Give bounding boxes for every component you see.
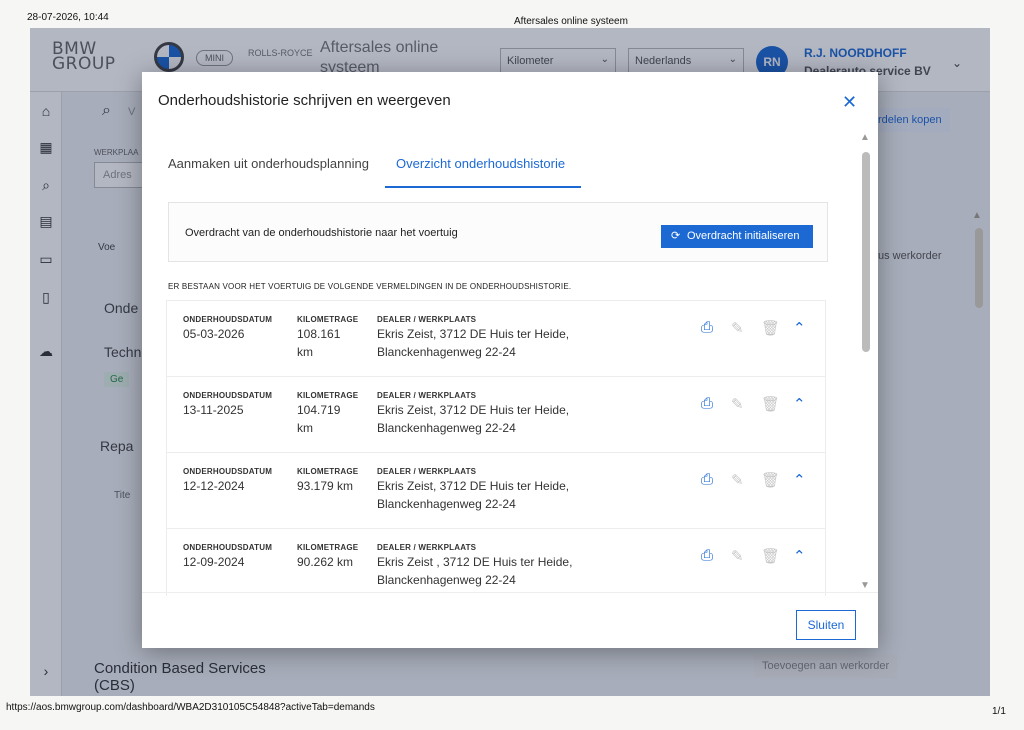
- dealer-line-2: Blanckenhagenweg 22-24: [377, 345, 516, 359]
- initialize-transfer-label: Overdracht initialiseren: [687, 230, 800, 242]
- chevron-up-icon[interactable]: ⌃: [793, 471, 806, 489]
- service-date: 12-09-2024: [183, 555, 245, 569]
- print-page-title: Aftersales online systeem: [514, 16, 628, 27]
- pencil-icon: ✎: [731, 320, 744, 337]
- page-scrollbar[interactable]: ▲: [972, 210, 986, 320]
- history-row: ONDERHOUDSDATUM 12-09-2024 KILOMETRAGE 9…: [166, 528, 826, 596]
- service-date: 05-03-2026: [183, 327, 245, 341]
- transfer-label: Overdracht van de onderhoudshistorie naa…: [185, 227, 458, 239]
- service-date: 12-12-2024: [183, 479, 245, 493]
- date-label: ONDERHOUDSDATUM: [183, 315, 273, 324]
- scroll-up-arrow-icon[interactable]: ▲: [972, 210, 982, 221]
- pencil-icon: ✎: [731, 472, 744, 489]
- chevron-up-icon[interactable]: ⌃: [793, 319, 806, 337]
- dealer-line-1: Ekris Zeist, 3712 DE Huis ter Heide,: [377, 479, 570, 493]
- date-label: ONDERHOUDSDATUM: [183, 467, 273, 476]
- trash-icon: 🗑: [761, 548, 781, 565]
- maintenance-history-dialog: Onderhoudshistorie schrijven en weergeve…: [142, 72, 878, 648]
- pencil-icon: ✎: [731, 396, 744, 413]
- mileage-value: 104.719 km: [297, 403, 341, 435]
- dealer-label: DEALER / WERKPLAATS: [377, 467, 477, 476]
- trash-icon: 🗑: [761, 396, 781, 413]
- history-row: ONDERHOUDSDATUM 13-11-2025 KILOMETRAGE 1…: [166, 376, 826, 452]
- history-row: ONDERHOUDSDATUM 12-12-2024 KILOMETRAGE 9…: [166, 452, 826, 528]
- dealer-line-1: Ekris Zeist, 3712 DE Huis ter Heide,: [377, 327, 570, 341]
- mileage-value: 108.161 km: [297, 327, 341, 359]
- sluiten-button[interactable]: Sluiten: [796, 610, 856, 640]
- printer-icon[interactable]: ⎙: [701, 395, 713, 412]
- initialize-transfer-button[interactable]: ⟳ Overdracht initialiseren: [661, 225, 813, 248]
- history-row: ONDERHOUDSDATUM 05-03-2026 KILOMETRAGE 1…: [166, 300, 826, 376]
- dealer-label: DEALER / WERKPLAATS: [377, 315, 477, 324]
- mileage-value: 90.262 km: [297, 555, 354, 569]
- mileage-label: KILOMETRAGE: [297, 543, 359, 552]
- close-icon[interactable]: ✕: [842, 92, 857, 113]
- trash-icon: 🗑: [761, 472, 781, 489]
- active-tab-indicator: [385, 186, 581, 188]
- chevron-up-icon[interactable]: ⌃: [793, 547, 806, 565]
- dialog-scrollbar[interactable]: ▲ ▼: [860, 132, 872, 592]
- service-date: 13-11-2025: [183, 403, 244, 417]
- date-label: ONDERHOUDSDATUM: [183, 543, 273, 552]
- dialog-title: Onderhoudshistorie schrijven en weergeve…: [158, 92, 451, 109]
- dealer-line-1: Ekris Zeist , 3712 DE Huis ter Heide,: [377, 555, 573, 569]
- dealer-line-1: Ekris Zeist, 3712 DE Huis ter Heide,: [377, 403, 570, 417]
- scroll-down-arrow-icon[interactable]: ▼: [860, 580, 870, 591]
- print-url: https://aos.bmwgroup.com/dashboard/WBA2D…: [6, 702, 375, 713]
- chevron-up-icon[interactable]: ⌃: [793, 395, 806, 413]
- print-date: 28-07-2026, 10:44: [27, 12, 109, 23]
- dealer-label: DEALER / WERKPLAATS: [377, 543, 477, 552]
- print-page-number: 1/1: [992, 706, 1006, 717]
- mileage-label: KILOMETRAGE: [297, 315, 359, 324]
- mileage-label: KILOMETRAGE: [297, 467, 359, 476]
- dialog-scrollbar-thumb[interactable]: [862, 152, 870, 352]
- dealer-line-2: Blanckenhagenweg 22-24: [377, 573, 516, 587]
- scroll-up-arrow-icon[interactable]: ▲: [860, 132, 870, 143]
- transfer-panel: Overdracht van de onderhoudshistorie naa…: [168, 202, 828, 262]
- tab-aanmaken[interactable]: Aanmaken uit onderhoudsplanning: [168, 156, 369, 171]
- history-list: ONDERHOUDSDATUM 05-03-2026 KILOMETRAGE 1…: [166, 300, 830, 596]
- dealer-line-2: Blanckenhagenweg 22-24: [377, 497, 516, 511]
- trash-icon: 🗑: [761, 320, 781, 337]
- dealer-line-2: Blanckenhagenweg 22-24: [377, 421, 516, 435]
- page-scrollbar-thumb[interactable]: [975, 228, 983, 308]
- pencil-icon: ✎: [731, 548, 744, 565]
- dialog-footer-divider: [142, 592, 878, 593]
- date-label: ONDERHOUDSDATUM: [183, 391, 273, 400]
- mileage-value: 93.179 km: [297, 479, 354, 493]
- mileage-label: KILOMETRAGE: [297, 391, 359, 400]
- dealer-label: DEALER / WERKPLAATS: [377, 391, 477, 400]
- history-list-heading: ER BESTAAN VOOR HET VOERTUIG DE VOLGENDE…: [168, 282, 572, 291]
- tab-overzicht[interactable]: Overzicht onderhoudshistorie: [396, 156, 565, 171]
- refresh-icon: ⟳: [671, 230, 681, 242]
- printer-icon[interactable]: ⎙: [701, 319, 713, 336]
- printer-icon[interactable]: ⎙: [701, 547, 713, 564]
- printer-icon[interactable]: ⎙: [701, 471, 713, 488]
